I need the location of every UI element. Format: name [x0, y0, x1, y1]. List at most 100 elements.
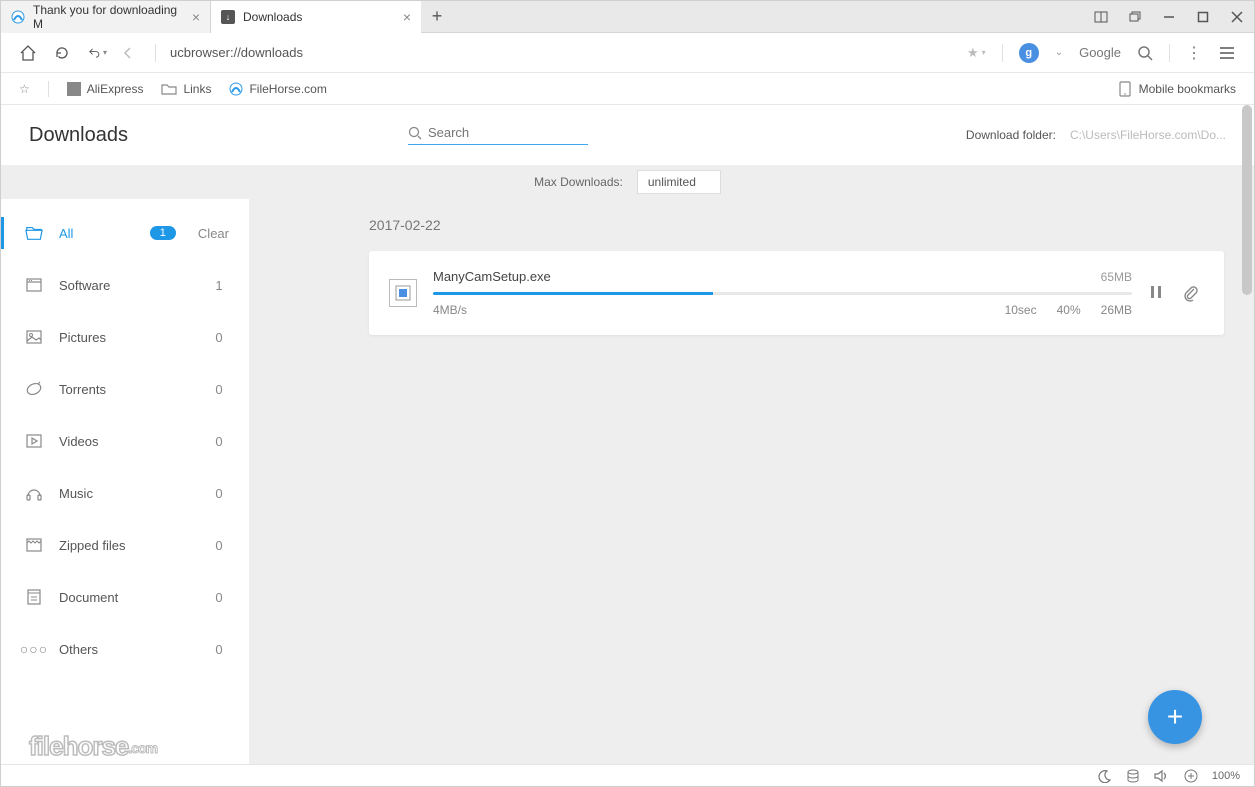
close-icon[interactable]: × — [403, 9, 411, 25]
sidebar-item-music[interactable]: Music 0 — [1, 467, 249, 519]
search-engine-badge-icon[interactable]: g — [1019, 43, 1039, 63]
bookmark-filehorse[interactable]: FileHorse.com — [229, 82, 326, 96]
reload-icon[interactable] — [53, 44, 73, 62]
content-area: Downloads Download folder: C:\Users\File… — [1, 105, 1254, 766]
close-icon[interactable]: × — [192, 9, 200, 25]
download-item: ManyCamSetup.exe 65MB 4MB/s 10sec 40% 26… — [369, 251, 1224, 335]
database-icon[interactable] — [1126, 769, 1140, 783]
bookmark-label: AliExpress — [87, 82, 144, 96]
mobile-icon[interactable] — [1119, 81, 1131, 97]
download-folder-path[interactable]: C:\Users\FileHorse.com\Do... — [1070, 128, 1226, 142]
download-speed: 4MB/s — [433, 303, 467, 317]
sidebar-item-count: 0 — [209, 538, 229, 553]
tab-thankyou[interactable]: Thank you for downloading M × — [1, 1, 211, 33]
pictures-icon — [25, 328, 43, 346]
max-downloads-label: Max Downloads: — [534, 175, 623, 189]
pause-icon[interactable] — [1148, 284, 1164, 302]
sidebar-item-count: 0 — [209, 642, 229, 657]
sidebar-item-count: 0 — [209, 330, 229, 345]
more-icon[interactable]: ⋮ — [1186, 43, 1202, 63]
volume-icon[interactable] — [1154, 769, 1170, 783]
sidebar-item-count: 1 — [150, 226, 176, 240]
url-input[interactable] — [170, 45, 670, 60]
window-controls — [1084, 1, 1254, 33]
bookmark-links[interactable]: Links — [161, 82, 211, 96]
music-icon — [25, 484, 43, 502]
star-icon[interactable]: ★▾ — [967, 45, 986, 61]
folder-icon — [161, 82, 177, 96]
page-icon — [67, 82, 81, 96]
restore-icon[interactable] — [1118, 1, 1152, 33]
vertical-scrollbar[interactable] — [1242, 105, 1252, 766]
download-list: 2017-02-22 ManyCamSetup.exe 65MB 4MB/s — [249, 199, 1254, 766]
file-type-icon — [389, 279, 417, 307]
sidebar-item-count: 0 — [209, 382, 229, 397]
max-downloads-select[interactable]: unlimited — [637, 170, 721, 194]
bookmark-label: FileHorse.com — [249, 82, 326, 96]
software-icon — [25, 276, 43, 294]
download-filename[interactable]: ManyCamSetup.exe — [433, 269, 551, 284]
document-icon — [25, 588, 43, 606]
sidebar-item-all[interactable]: All 1 Clear — [1, 207, 249, 259]
menu-icon[interactable] — [1218, 44, 1236, 62]
progress-bar — [433, 292, 1132, 295]
sidebar-item-label: Zipped files — [59, 538, 193, 553]
search-engine-label: Google — [1079, 45, 1121, 60]
divider — [155, 44, 156, 62]
divider — [1002, 44, 1003, 62]
sidebar-item-zipped[interactable]: Zipped files 0 — [1, 519, 249, 571]
tab-title: Thank you for downloading M — [33, 3, 184, 31]
zoom-icon[interactable] — [1184, 769, 1198, 783]
undo-dropdown-icon[interactable]: ▾ — [87, 45, 107, 61]
sidebar-item-count: 0 — [209, 434, 229, 449]
sidebar-item-document[interactable]: Document 0 — [1, 571, 249, 623]
sidebar-item-torrents[interactable]: Torrents 0 — [1, 363, 249, 415]
tab-downloads[interactable]: ↓ Downloads × — [211, 1, 421, 33]
chevron-down-icon[interactable]: ⌄ — [1055, 47, 1063, 58]
add-download-button[interactable]: + — [1148, 690, 1202, 744]
sidebar-item-pictures[interactable]: Pictures 0 — [1, 311, 249, 363]
progress-fill — [433, 292, 713, 295]
zip-icon — [25, 536, 43, 554]
sidebar-item-videos[interactable]: Videos 0 — [1, 415, 249, 467]
sidebar-item-label: Torrents — [59, 382, 193, 397]
uc-favicon-icon — [229, 82, 243, 96]
sidebar-toggle-icon[interactable] — [1084, 1, 1118, 33]
mobile-bookmarks-link[interactable]: Mobile bookmarks — [1139, 82, 1236, 96]
maximize-icon[interactable] — [1186, 1, 1220, 33]
back-icon[interactable] — [121, 46, 141, 60]
sidebar-item-label: Pictures — [59, 330, 193, 345]
page-header: Downloads Download folder: C:\Users\File… — [1, 105, 1254, 165]
search-icon[interactable] — [1137, 45, 1153, 61]
minimize-icon[interactable] — [1152, 1, 1186, 33]
uc-favicon-icon — [11, 10, 25, 24]
search-field[interactable] — [408, 125, 588, 145]
status-bar: 100% — [1, 764, 1254, 786]
sidebar-item-others[interactable]: ○○○ Others 0 — [1, 623, 249, 675]
new-tab-button[interactable]: + — [421, 6, 453, 27]
torrents-icon — [25, 380, 43, 398]
bookmarks-bar: ☆ AliExpress Links FileHorse.com Mobile … — [1, 73, 1254, 105]
sidebar-item-software[interactable]: Software 1 — [1, 259, 249, 311]
scrollbar-thumb[interactable] — [1242, 105, 1252, 295]
tab-strip: Thank you for downloading M × ↓ Download… — [1, 1, 1254, 33]
divider — [48, 81, 49, 97]
window-close-icon[interactable] — [1220, 1, 1254, 33]
sidebar: All 1 Clear Software 1 Pictures 0 Torren… — [1, 199, 249, 766]
bookmark-star-icon[interactable]: ☆ — [19, 82, 30, 96]
zoom-level[interactable]: 100% — [1212, 770, 1240, 782]
home-icon[interactable] — [19, 44, 39, 62]
sidebar-item-count: 0 — [209, 486, 229, 501]
moon-icon[interactable] — [1098, 769, 1112, 783]
address-bar[interactable] — [170, 45, 953, 60]
sidebar-item-label: Others — [59, 642, 193, 657]
bookmark-aliexpress[interactable]: AliExpress — [67, 82, 144, 96]
bookmark-label: Links — [183, 82, 211, 96]
sidebar-item-count: 1 — [209, 278, 229, 293]
sidebar-item-label: Videos — [59, 434, 193, 449]
clear-button[interactable]: Clear — [198, 226, 229, 241]
attachment-icon[interactable] — [1182, 284, 1198, 302]
search-input[interactable] — [428, 125, 578, 140]
sidebar-item-label: Software — [59, 278, 193, 293]
download-folder-label: Download folder: — [966, 128, 1056, 142]
